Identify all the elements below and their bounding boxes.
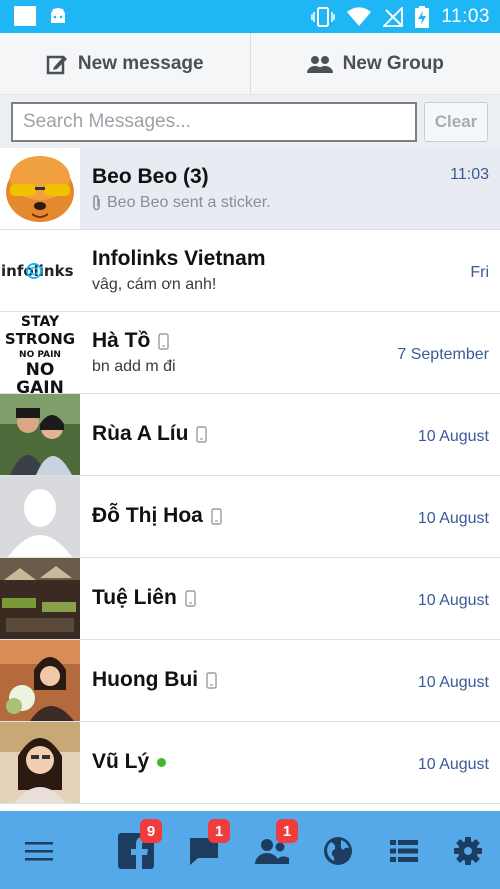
no-signal-icon — [383, 6, 404, 27]
action-bar: New message New Group — [0, 33, 500, 95]
bottom-navigation: 9 1 1 — [0, 811, 500, 889]
conversation-row[interactable]: Rùa A Líu 10 August — [0, 394, 500, 476]
status-time: 11:03 — [441, 5, 490, 27]
notification-square-icon — [14, 6, 36, 26]
conversation-row[interactable]: STAY STRONG NO PAIN NO GAIN Hà Tồ bn add… — [0, 312, 500, 394]
list-button[interactable] — [382, 829, 426, 873]
group-icon — [306, 55, 333, 73]
mobile-phone-icon — [185, 589, 196, 607]
contact-name: Rùa A Líu — [92, 422, 208, 446]
globe-button[interactable] — [316, 829, 360, 873]
contact-name: Beo Beo (3) — [92, 165, 209, 188]
message-preview-text: bn add m đi — [92, 358, 176, 375]
svg-text:NO PAIN: NO PAIN — [19, 350, 61, 360]
mobile-phone-icon — [158, 332, 170, 350]
message-date: 10 August — [417, 756, 489, 773]
svg-text:STRONG: STRONG — [5, 330, 75, 348]
search-input[interactable] — [11, 102, 417, 142]
friend-requests-button[interactable]: 1 — [250, 819, 298, 873]
conversation-list[interactable]: Beo Beo (3) Beo Beo sent a sticker. 11:0… — [0, 148, 500, 811]
contact-name-text: Tuệ Liên — [92, 586, 177, 609]
message-date: 10 August — [417, 428, 489, 445]
status-notifications — [14, 6, 68, 26]
mobile-phone-icon — [196, 425, 208, 443]
contact-name: Đỗ Thị Hoa — [92, 504, 222, 528]
messages-button[interactable]: 1 — [182, 819, 230, 873]
avatar — [0, 148, 80, 229]
avatar — [0, 640, 80, 721]
list-icon — [390, 840, 418, 862]
wifi-icon — [347, 6, 372, 26]
contact-name-text: Vũ Lý — [92, 750, 150, 773]
search-bar: Clear — [0, 95, 500, 148]
message-preview-text: Beo Beo sent a sticker. — [107, 194, 271, 211]
new-message-button[interactable]: New message — [0, 33, 250, 94]
conversation-row[interactable]: infolinks Infolinks Vietnam vâg, cám ơn … — [0, 230, 500, 312]
avatar: infolinks — [0, 230, 80, 311]
mobile-phone-icon — [206, 671, 217, 689]
new-group-label: New Group — [342, 52, 444, 74]
conversation-row[interactable]: Beo Beo (3) Beo Beo sent a sticker. 11:0… — [0, 148, 500, 230]
message-preview: bn add m đi — [92, 358, 176, 376]
contact-name: Tuệ Liên — [92, 586, 196, 610]
contact-name-text: Hà Tồ — [92, 329, 151, 352]
message-date: Fri — [470, 264, 489, 281]
avatar — [0, 394, 80, 475]
avatar: STAY STRONG NO PAIN NO GAIN — [0, 312, 80, 393]
message-preview-text: vâg, cám ơn anh! — [92, 276, 217, 293]
svg-text:GAIN: GAIN — [16, 378, 64, 393]
messages-badge: 1 — [208, 819, 230, 843]
conversation-row[interactable]: Huong Bui 10 August — [0, 640, 500, 722]
gear-icon — [454, 837, 482, 865]
status-bar: 11:03 — [0, 0, 500, 33]
mobile-phone-icon — [211, 507, 222, 525]
globe-icon — [324, 837, 352, 865]
android-icon — [51, 8, 65, 23]
avatar — [0, 722, 80, 803]
message-date: 10 August — [417, 510, 489, 527]
vibrate-icon — [311, 6, 336, 27]
clear-button[interactable]: Clear — [424, 102, 488, 142]
conversation-row[interactable]: Đỗ Thị Hoa 10 August — [0, 476, 500, 558]
menu-icon — [25, 842, 53, 861]
facebook-notifications-button[interactable]: 9 — [114, 819, 162, 873]
conversation-row[interactable]: Vũ Lý 10 August — [0, 722, 500, 804]
message-date: 10 August — [417, 674, 489, 691]
new-message-label: New message — [77, 52, 204, 74]
friend-requests-badge: 1 — [276, 819, 298, 843]
svg-text:STAY: STAY — [21, 314, 60, 330]
contact-name: Infolinks Vietnam — [92, 247, 266, 270]
notification-badge: 9 — [140, 819, 162, 843]
message-date: 10 August — [417, 592, 489, 609]
message-preview: vâg, cám ơn anh! — [92, 276, 216, 294]
contact-name: Hà Tồ — [92, 329, 170, 353]
menu-button[interactable] — [17, 829, 61, 873]
settings-button[interactable] — [446, 829, 490, 873]
contact-name: Vũ Lý — [92, 750, 167, 774]
contact-name: Huong Bui — [92, 668, 217, 692]
message-preview: Beo Beo sent a sticker. — [92, 194, 271, 212]
conversation-row[interactable]: Tuệ Liên 10 August — [0, 558, 500, 640]
avatar — [0, 558, 80, 639]
new-group-button[interactable]: New Group — [249, 33, 500, 94]
message-date: 11:03 — [450, 166, 489, 183]
paperclip-icon — [93, 195, 100, 211]
contact-name-text: Huong Bui — [92, 668, 199, 691]
online-status-dot — [157, 757, 167, 767]
battery-charging-icon — [415, 5, 430, 28]
avatar — [0, 476, 80, 557]
svg-text:NO: NO — [26, 360, 55, 380]
compose-icon — [46, 55, 67, 74]
contact-name-text: Rùa A Líu — [92, 422, 189, 445]
contact-name-text: Đỗ Thị Hoa — [92, 504, 203, 527]
message-date: 7 September — [397, 346, 489, 363]
